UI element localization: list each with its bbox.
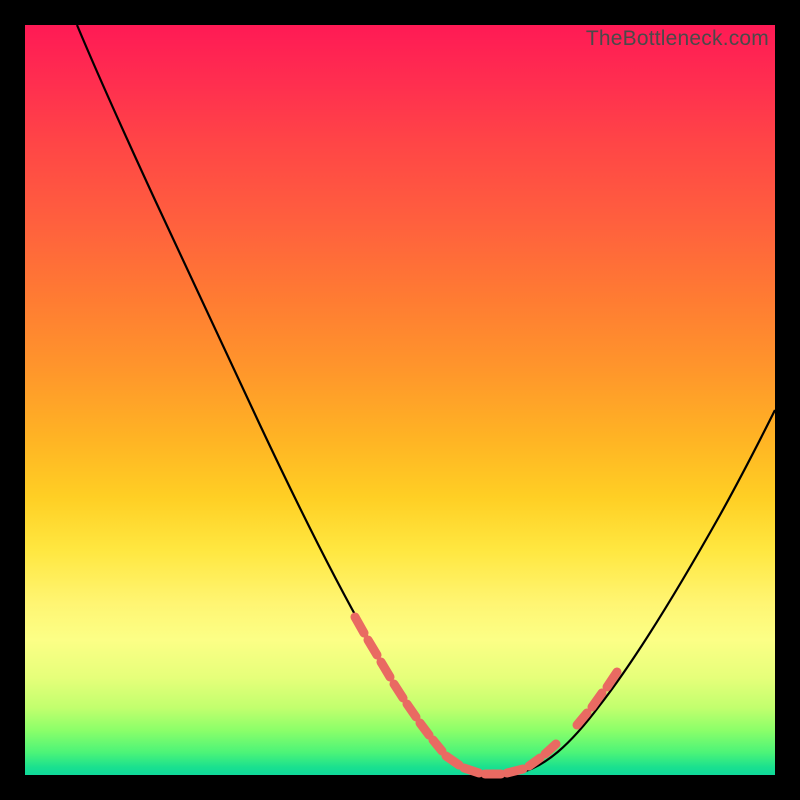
watermark-text: TheBottleneck.com (586, 27, 769, 51)
highlight-flat-minimum (446, 756, 523, 774)
highlight-left-near-min (355, 617, 442, 751)
curve-layer (25, 25, 775, 775)
chart-frame: TheBottleneck.com (25, 25, 775, 775)
highlight-right-near-min (529, 672, 617, 766)
bottleneck-curve (77, 25, 775, 775)
